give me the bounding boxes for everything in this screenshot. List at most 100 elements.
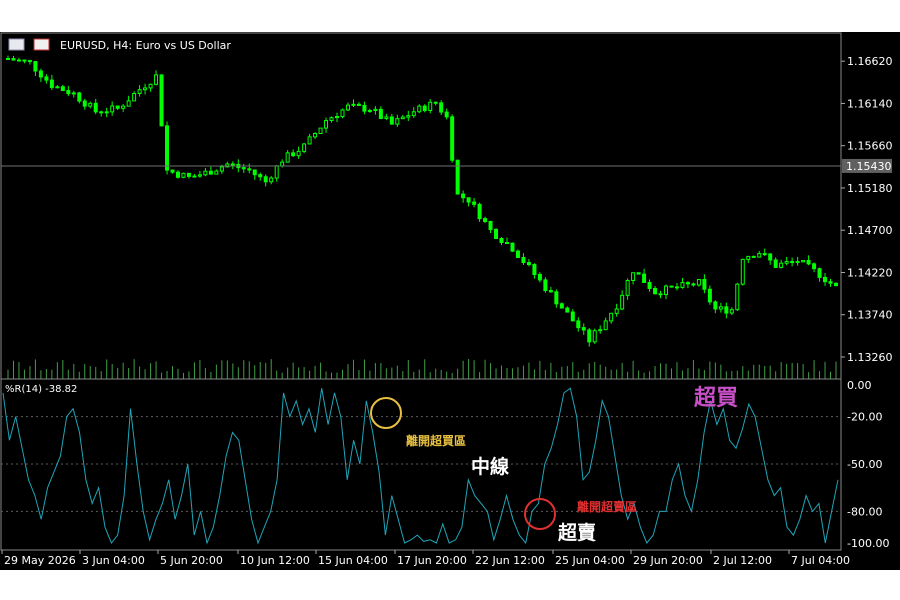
candle-body [148,83,153,89]
candle-body [49,79,54,89]
candle-body [812,263,817,270]
candle-body [510,242,515,252]
candle-body [587,329,592,343]
candle-body [466,197,471,203]
candle-body [554,291,559,305]
candle-body [170,169,175,173]
candle-body [439,102,444,113]
candle-body [450,116,455,161]
candle-body [455,159,460,195]
candle-body [609,312,614,322]
candle-body [269,177,274,183]
candle-body [664,285,669,295]
chart-canvas[interactable]: EURUSD, H4: Euro vs US Dollar 1.166201.1… [0,32,900,570]
candle-body [318,127,323,134]
bar-chart-icon [33,38,50,51]
candle-body [702,278,707,290]
price-panel[interactable]: EURUSD, H4: Euro vs US Dollar 1.166201.1… [0,32,893,380]
wpr-panel[interactable]: %R(14) -38.82 0.00 -20.00 -50.00 -80.00 -100… [0,378,889,551]
chart-window[interactable]: EURUSD, H4: Euro vs US Dollar 1.16620 1.1… [0,32,900,570]
candle-body [71,92,76,95]
candle-body [329,117,334,122]
candle-body [647,281,652,290]
candle-body [515,250,520,258]
candle-body [214,170,219,175]
candle-body [82,100,87,107]
candle-body [581,327,586,331]
exit-overbought-label: 離開超買區 [406,433,466,448]
candle-body [165,125,170,171]
wpr-axis: 0.00 -20.00 -50.00 -80.00 -100.00 [847,379,889,550]
candle-body [252,169,257,176]
candle-body [66,90,71,95]
candle-body [389,116,394,125]
candle-body [532,264,537,276]
candle-body [77,92,82,102]
candle-body [472,201,477,205]
price-panel-border [0,32,842,380]
price-tick-label: 1.16140 [847,97,893,110]
wpr-levels [1,416,841,512]
candle-body [313,132,318,138]
candle-body [203,170,208,176]
price-tick-label: 1.14700 [847,224,893,237]
candle-body [181,172,186,178]
time-tick-label: 3 Jun 04:00 [82,554,145,567]
candle-body [834,282,838,287]
candle-body [384,116,389,119]
candle-body [44,76,49,81]
candle-body [713,301,718,310]
candle-body [115,105,120,109]
candle-body [367,109,372,112]
candle-body [806,260,811,265]
time-tick-label: 25 Jun 04:00 [555,554,625,567]
candle-body [324,120,329,129]
candle-body [110,105,115,113]
time-tick-label: 7 Jul 04:00 [791,554,850,567]
candle-body [548,290,553,293]
candle-body [27,60,32,63]
symbol-title: EURUSD, H4: Euro vs US Dollar [60,39,231,52]
candle-body [373,108,378,111]
candle-body [570,311,575,322]
candle-body [696,278,701,286]
candle-body [653,288,658,295]
wpr-line [2,387,839,545]
candle-body [93,102,98,113]
time-tick-label: 29 May 2026 [4,554,76,567]
candle-body [433,101,438,104]
time-tick-label: 15 Jun 04:00 [318,554,388,567]
candle-body [685,282,690,285]
candle-body [11,58,16,61]
price-tick-label: 1.14220 [847,266,893,279]
oversold-label: 超賣 [557,521,597,544]
candle-body [795,261,800,264]
time-tick-label: 17 Jun 20:00 [397,554,467,567]
candle-body [307,136,312,145]
candle-body [16,59,21,62]
candle-body [680,282,685,288]
exit-oversold-marker [524,498,556,530]
candle-body [55,86,60,89]
candle-body [779,262,784,268]
candle-body [598,329,603,332]
candle-body [543,279,548,292]
candle-body [707,288,712,303]
wpr-tick-label: 0.00 [847,379,872,392]
candle-body [790,261,795,264]
candle-body [335,116,340,119]
candle-body [241,167,246,170]
candle-body [592,330,597,343]
candle-body [104,111,109,114]
candle-body [746,255,751,260]
candle-body [400,116,405,120]
time-tick-label: 5 Jun 20:00 [160,554,223,567]
candle-body [461,193,466,199]
candle-body [132,93,137,102]
candle-body [499,237,504,244]
candle-body [88,102,93,107]
candle-body [669,285,674,288]
candle-body [60,86,65,92]
price-tick-label: 1.13260 [847,351,893,364]
candle-body [378,108,383,119]
